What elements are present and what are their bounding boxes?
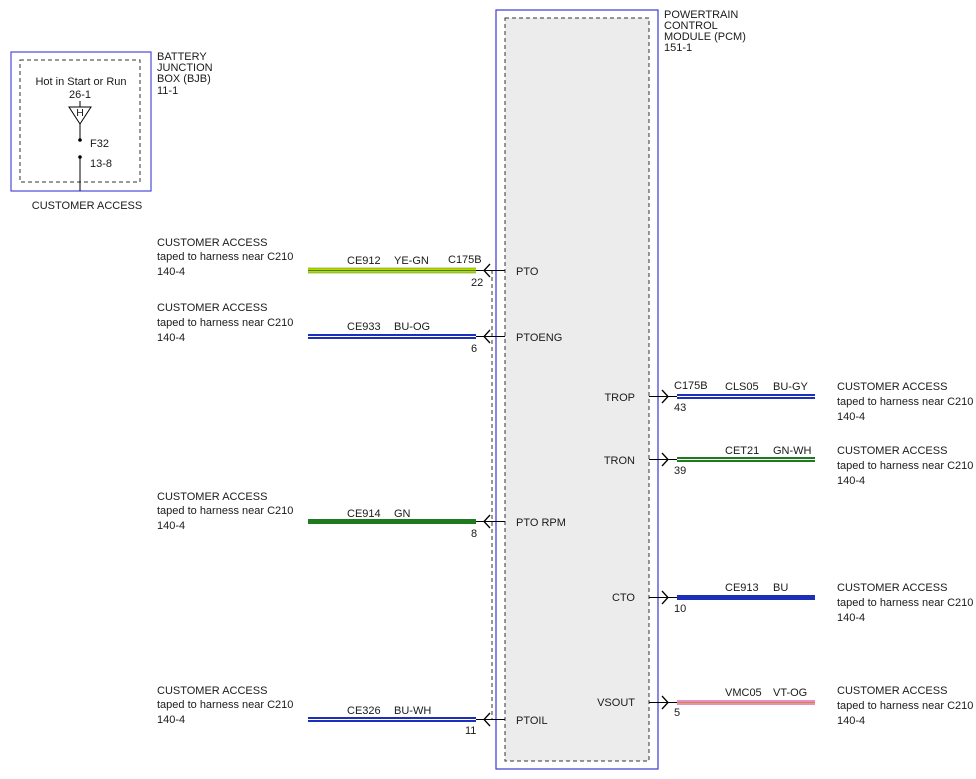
access-note-line-2: taped to harness near C210	[837, 597, 973, 609]
fuse-symbol-label: H	[76, 107, 84, 119]
fuse-terminal-icon	[78, 138, 82, 142]
bjb-hot-label: Hot in Start or Run	[35, 76, 126, 88]
right-circuit-cto: CTO CE913 BU 10 CUSTOMER ACCESS taped to…	[612, 582, 973, 624]
access-note-line-2: taped to harness near C210	[157, 505, 293, 517]
access-note-line-3: 140-4	[837, 612, 865, 624]
access-note-line-3: 140-4	[837, 475, 865, 487]
wire-ce913	[677, 595, 815, 600]
wire-color: GN	[394, 508, 411, 520]
access-note-line-1: CUSTOMER ACCESS	[157, 302, 267, 314]
access-note-line-1: CUSTOMER ACCESS	[837, 685, 947, 697]
bjb-fuse-label: F32	[90, 138, 109, 150]
pcm-body	[504, 17, 650, 762]
access-note-line-1: CUSTOMER ACCESS	[837, 381, 947, 393]
wire-color: YE-GN	[394, 255, 429, 267]
access-note-line-3: 140-4	[157, 714, 185, 726]
pin-number: 5	[674, 707, 680, 719]
access-note-line-3: 140-4	[157, 332, 185, 344]
pin-number: 22	[471, 277, 483, 289]
right-circuit-trop: TROP C175B CLS05 BU-GY 43 CUSTOMER ACCES…	[604, 380, 973, 423]
pin-number: 6	[471, 343, 477, 355]
access-note-line-1: CUSTOMER ACCESS	[837, 582, 947, 594]
wire-color: BU-GY	[773, 381, 809, 393]
bjb-hot-ref: 26-1	[69, 89, 91, 101]
pcm-title-4: 151-1	[664, 42, 692, 54]
access-note-line-3: 140-4	[837, 411, 865, 423]
signal-name: PTO RPM	[516, 517, 566, 529]
circuit-id: VMC05	[725, 687, 762, 699]
circuit-id: CE933	[347, 321, 381, 333]
signal-name: CTO	[612, 592, 635, 604]
access-note-line-3: 140-4	[837, 715, 865, 727]
access-note-line-2: taped to harness near C210	[157, 251, 293, 263]
signal-name: PTOIL	[516, 715, 548, 727]
bjb-pin-label: 13-8	[90, 158, 112, 170]
wire-color: BU	[773, 582, 788, 594]
access-note-line-2: taped to harness near C210	[837, 396, 973, 408]
bjb-title-4: 11-1	[157, 85, 178, 97]
bjb-title-3: BOX (BJB)	[157, 73, 211, 85]
access-note-line-1: CUSTOMER ACCESS	[157, 237, 267, 249]
wire-ce914	[308, 519, 476, 524]
signal-name: VSOUT	[597, 697, 635, 709]
access-note-line-2: taped to harness near C210	[157, 699, 293, 711]
left-circuit-pto: CUSTOMER ACCESS taped to harness near C2…	[157, 237, 539, 289]
wire-color: VT-OG	[773, 687, 807, 699]
pin-number: 43	[674, 402, 686, 414]
access-note-line-2: taped to harness near C210	[157, 317, 293, 329]
wiring-diagram: Hot in Start or Run 26-1 H F32 13-8 BATT…	[10, 9, 974, 770]
signal-name: PTOENG	[516, 332, 562, 344]
access-note-line-1: CUSTOMER ACCESS	[157, 491, 267, 503]
wire-color: GN-WH	[773, 445, 812, 457]
left-circuit-ptoil: CUSTOMER ACCESS taped to harness near C2…	[157, 685, 548, 737]
signal-name: PTO	[516, 266, 539, 278]
pin-number: 11	[465, 725, 476, 737]
bjb-module: Hot in Start or Run 26-1 H F32 13-8 BATT…	[10, 51, 213, 212]
right-circuit-tron: TRON CET21 GN-WH 39 CUSTOMER ACCESS tape…	[604, 445, 974, 487]
access-note-line-1: CUSTOMER ACCESS	[157, 685, 267, 697]
signal-name: TROP	[604, 392, 635, 404]
bjb-caption: CUSTOMER ACCESS	[32, 200, 142, 212]
pcm-module: POWERTRAIN CONTROL MODULE (PCM) 151-1	[491, 9, 746, 770]
access-note-line-2: taped to harness near C210	[837, 460, 973, 472]
circuit-id: CLS05	[725, 381, 759, 393]
circuit-id: CE326	[347, 705, 381, 717]
wire-color: BU-WH	[394, 705, 431, 717]
circuit-id: CE914	[347, 508, 381, 520]
access-note-line-2: taped to harness near C210	[837, 700, 973, 712]
circuit-id: CE913	[725, 582, 759, 594]
pin-number: 10	[674, 603, 686, 615]
pin-number: 39	[674, 465, 686, 477]
wire-color: BU-OG	[394, 321, 430, 333]
connector-id: C175B	[674, 380, 708, 392]
access-note-line-3: 140-4	[157, 520, 185, 532]
connector-id: C175B	[448, 254, 482, 266]
circuit-id: CET21	[725, 445, 759, 457]
circuit-id: CE912	[347, 255, 381, 267]
access-note-line-3: 140-4	[157, 266, 185, 278]
signal-name: TRON	[604, 455, 635, 467]
pin-number: 8	[471, 528, 477, 540]
access-note-line-1: CUSTOMER ACCESS	[837, 445, 947, 457]
